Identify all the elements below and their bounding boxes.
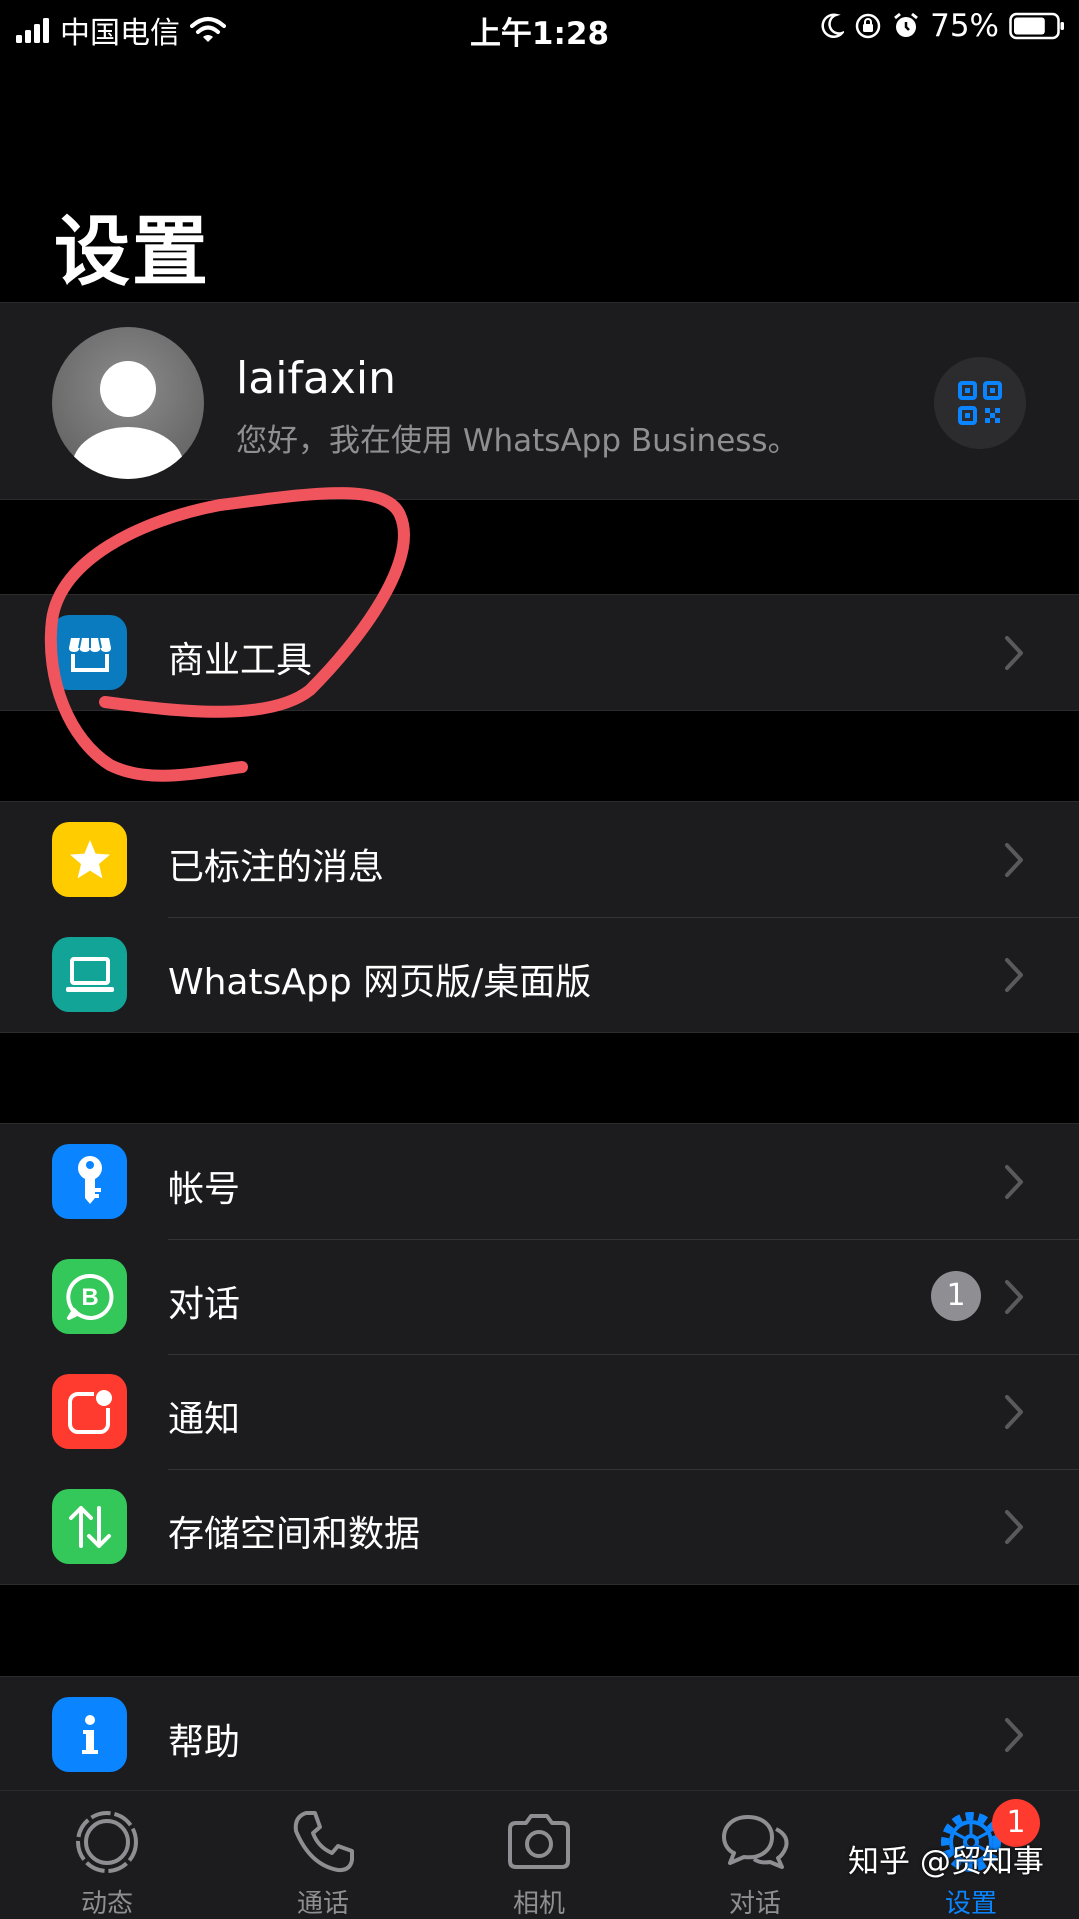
row-label: 对话 — [168, 1284, 241, 1325]
chevron-right-icon — [1005, 636, 1023, 670]
tab-label: 设置 — [944, 1889, 997, 1919]
starred-web-group: 已标注的消息 WhatsApp 网页版/桌面版 — [0, 801, 1079, 1033]
qr-code-icon — [958, 381, 1002, 425]
qr-code-button[interactable] — [934, 357, 1026, 449]
chevron-right-icon — [1005, 958, 1023, 992]
tab-status[interactable]: 动态 — [32, 1791, 182, 1919]
profile-row[interactable]: laifaxin 您好，我在使用 WhatsApp Business。 — [0, 302, 1079, 500]
data-transfer-icon — [52, 1489, 127, 1564]
row-chats[interactable]: B 对话 1 — [0, 1239, 1079, 1354]
tab-chats[interactable]: 对话 — [680, 1791, 830, 1919]
row-label: 通知 — [168, 1399, 241, 1440]
profile-status: 您好，我在使用 WhatsApp Business。 — [236, 423, 799, 459]
row-notifications[interactable]: 通知 — [0, 1354, 1079, 1469]
chat-icon — [722, 1815, 789, 1869]
chevron-right-icon — [1005, 1280, 1023, 1314]
star-icon — [52, 822, 127, 897]
chevron-right-icon — [1005, 843, 1023, 877]
orientation-lock-icon — [855, 13, 881, 39]
chevron-right-icon — [1005, 1510, 1023, 1544]
unread-badge: 1 — [931, 1271, 981, 1321]
laptop-icon — [52, 937, 127, 1012]
person-icon — [72, 361, 184, 479]
tab-label: 相机 — [512, 1889, 565, 1919]
status-bar: 中国电信 上午1:28 75% — [0, 0, 1079, 56]
tab-camera[interactable]: 相机 — [464, 1791, 614, 1919]
tab-label: 对话 — [728, 1889, 781, 1919]
row-whatsapp-web[interactable]: WhatsApp 网页版/桌面版 — [0, 917, 1079, 1032]
store-icon — [52, 615, 127, 690]
chevron-right-icon — [1005, 1165, 1023, 1199]
profile-name: laifaxin — [236, 353, 397, 404]
row-label: 存储空间和数据 — [168, 1514, 421, 1555]
business-group: 商业工具 — [0, 594, 1079, 711]
whatsapp-business-icon: B — [52, 1259, 127, 1334]
camera-icon — [508, 1814, 570, 1869]
tab-label: 动态 — [80, 1889, 133, 1919]
status-icon — [76, 1811, 138, 1873]
status-right: 75% — [820, 8, 1065, 44]
battery-icon — [1009, 12, 1064, 40]
help-group: 帮助 — [0, 1676, 1079, 1792]
chevron-right-icon — [1005, 1718, 1023, 1752]
svg-text:B: B — [81, 1284, 98, 1311]
phone-icon — [293, 1811, 354, 1873]
row-label: 已标注的消息 — [168, 847, 385, 888]
key-icon — [52, 1144, 127, 1219]
battery-percent: 75% — [930, 8, 999, 44]
notification-icon — [52, 1374, 127, 1449]
row-starred-messages[interactable]: 已标注的消息 — [0, 802, 1079, 917]
page-title: 设置 — [54, 207, 210, 296]
row-label: 帮助 — [168, 1722, 241, 1763]
chevron-right-icon — [1005, 1395, 1023, 1429]
row-storage-data[interactable]: 存储空间和数据 — [0, 1469, 1079, 1584]
row-label: WhatsApp 网页版/桌面版 — [168, 962, 592, 1003]
tab-label: 通话 — [296, 1889, 349, 1919]
info-icon — [52, 1697, 127, 1772]
row-label: 商业工具 — [168, 640, 313, 681]
settings-screen: 中国电信 上午1:28 75% 设置 laifaxin 您好，我在使用 What… — [0, 0, 1079, 1919]
moon-icon — [821, 13, 845, 38]
row-account[interactable]: 帐号 — [0, 1124, 1079, 1239]
account-group: 帐号 B 对话 1 通知 存储空间和数据 — [0, 1123, 1079, 1585]
alarm-icon — [894, 12, 919, 37]
watermark: 知乎 @贸知事 — [848, 1844, 1044, 1880]
row-business-tools[interactable]: 商业工具 — [0, 595, 1079, 710]
tab-calls[interactable]: 通话 — [248, 1791, 398, 1919]
row-help[interactable]: 帮助 — [0, 1677, 1079, 1792]
avatar[interactable] — [52, 327, 204, 479]
row-label: 帐号 — [168, 1169, 241, 1210]
